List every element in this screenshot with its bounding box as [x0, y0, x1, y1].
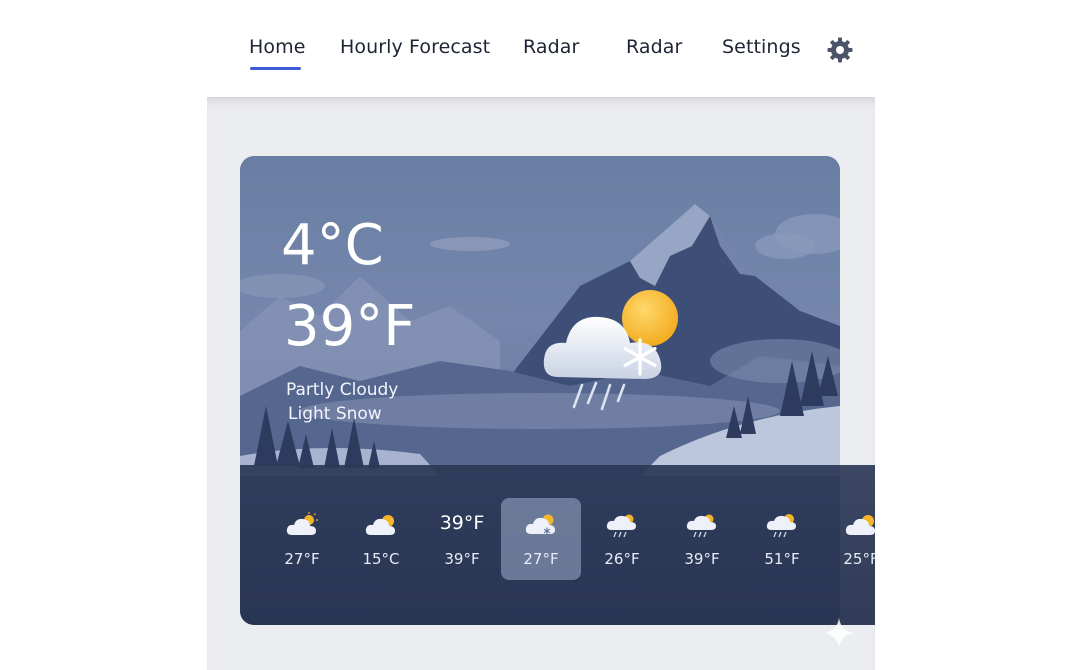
nav-item-radar-2[interactable]: Radar — [626, 36, 682, 58]
hourly-item[interactable]: 39°F — [662, 498, 742, 580]
nav-item-hourly-forecast[interactable]: Hourly Forecast — [340, 36, 490, 58]
partly-sunny-icon — [845, 515, 875, 535]
rain-sun-icon — [686, 514, 716, 538]
hourly-temp: 26°F — [604, 550, 640, 568]
hourly-temp: 27°F — [284, 550, 320, 568]
temperature-celsius: 4°C — [281, 213, 384, 278]
hourly-top-temp: 39°F — [439, 512, 485, 534]
hourly-item[interactable]: 39°F 39°F — [422, 498, 502, 580]
nav-item-home[interactable]: Home — [249, 36, 306, 58]
hourly-item[interactable]: 15°C — [341, 498, 421, 580]
hourly-item[interactable]: 25°F — [821, 498, 875, 580]
gear-icon[interactable] — [826, 36, 854, 64]
partly-sunny-icon — [365, 515, 395, 535]
partly-cloudy-snow-icon — [525, 514, 555, 535]
hourly-forecast-strip[interactable]: 27°F 15°C 39°F 39°F 27°F 26°F 39°F 51°F … — [240, 465, 875, 625]
rain-sun-icon — [606, 514, 636, 538]
partly-cloudy-snow-icon — [543, 290, 678, 411]
hourly-temp: 15°C — [362, 550, 400, 568]
top-navigation: Home Hourly Forecast Radar Radar Setting… — [0, 0, 1080, 97]
active-tab-indicator — [250, 67, 301, 70]
condition-secondary: Light Snow — [288, 404, 382, 424]
temperature-fahrenheit: 39°F — [284, 294, 416, 359]
hourly-item[interactable]: 51°F — [742, 498, 822, 580]
nav-item-settings[interactable]: Settings — [722, 36, 801, 58]
hourly-temp: 25°F — [843, 550, 875, 568]
nav-item-radar[interactable]: Radar — [523, 36, 579, 58]
sparkle-icon — [824, 618, 854, 648]
hourly-item[interactable]: 26°F — [582, 498, 662, 580]
hourly-item-selected[interactable]: 27°F — [501, 498, 581, 580]
rain-sun-icon — [766, 514, 796, 538]
hourly-item[interactable]: 27°F — [262, 498, 342, 580]
hourly-temp: 39°F — [444, 550, 480, 568]
hourly-temp: 27°F — [523, 550, 559, 568]
hourly-temp: 51°F — [764, 550, 800, 568]
partly-sunny-icon — [286, 512, 318, 535]
hourly-temp: 39°F — [684, 550, 720, 568]
condition-primary: Partly Cloudy — [286, 380, 399, 400]
